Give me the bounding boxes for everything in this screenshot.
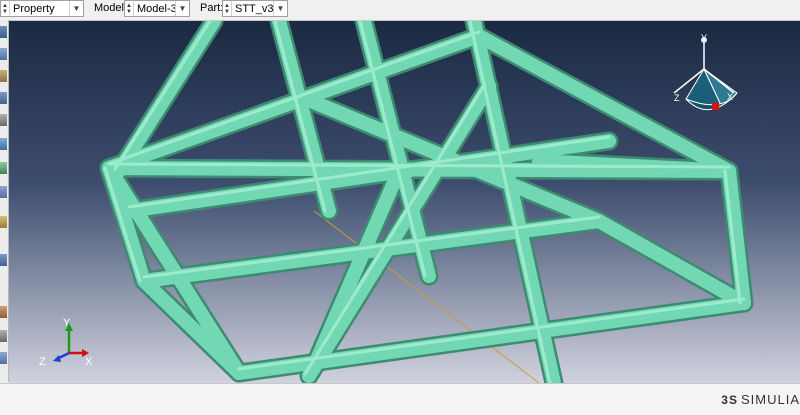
part-select-value: STT_v3-1	[235, 2, 273, 15]
toolbar-tool-icon[interactable]	[0, 114, 7, 126]
toolbar-tool-icon[interactable]	[0, 306, 7, 318]
spin-arrows-icon[interactable]: ▲ ▼	[1, 1, 10, 16]
dropdown-arrow-icon[interactable]: ▼	[273, 1, 287, 16]
brand-text: SIMULIA	[740, 392, 800, 407]
spin-arrows-icon[interactable]: ▲ ▼	[125, 1, 134, 16]
axis-triad-z-label: Z	[39, 356, 46, 368]
toolbar-tool-icon[interactable]	[0, 216, 7, 228]
module-select[interactable]: ▲ ▼ Property ▼	[0, 0, 84, 17]
toolbar-tool-icon[interactable]	[0, 26, 7, 38]
toolbar-tool-icon[interactable]	[0, 48, 7, 60]
model-viewport[interactable]: Y Z X Y Z X	[9, 21, 800, 383]
toolbar-tool-icon[interactable]	[0, 138, 7, 150]
toolbar-tool-icon[interactable]	[0, 162, 7, 174]
frame-render: Y Z X Y Z X	[9, 21, 800, 383]
toolbar-tool-icon[interactable]	[0, 70, 7, 82]
left-toolbox	[0, 20, 9, 382]
toolbar-tool-icon[interactable]	[0, 352, 7, 364]
dropdown-arrow-icon[interactable]: ▼	[175, 1, 189, 16]
view-triad-y-label: Y	[701, 33, 707, 43]
model-label: Model:	[94, 2, 128, 14]
part-select[interactable]: ▲▼ STT_v3-1 ▼	[222, 0, 288, 17]
axis-triad-y-label: Y	[63, 317, 71, 329]
context-toolbar: ▲ ▼ Property ▼ Model: ▲ ▼ Model-3 ▼ Part: …	[0, 0, 800, 21]
dassault-logo-icon: 3S	[721, 392, 738, 407]
toolbar-tool-icon[interactable]	[0, 92, 7, 104]
view-triad-z-label: Z	[674, 93, 680, 103]
model-select[interactable]: ▲ ▼ Model-3 ▼	[124, 0, 190, 17]
view-triad-x-label: X	[727, 92, 733, 102]
model-select-value: Model-3	[137, 2, 175, 15]
status-bar: 3S SIMULIA	[0, 383, 800, 415]
spin-arrows-icon[interactable]: ▲ ▼	[223, 1, 232, 16]
module-select-value: Property	[13, 2, 55, 15]
axis-triad-x-label: X	[85, 356, 93, 368]
dropdown-arrow-icon[interactable]: ▼	[69, 1, 83, 16]
toolbar-tool-icon[interactable]	[0, 186, 7, 198]
toolbar-tool-icon[interactable]	[0, 330, 7, 342]
part-label: Part:	[200, 2, 224, 14]
simulia-brand: 3S SIMULIA	[721, 392, 800, 407]
toolbar-tool-icon[interactable]	[0, 254, 7, 266]
